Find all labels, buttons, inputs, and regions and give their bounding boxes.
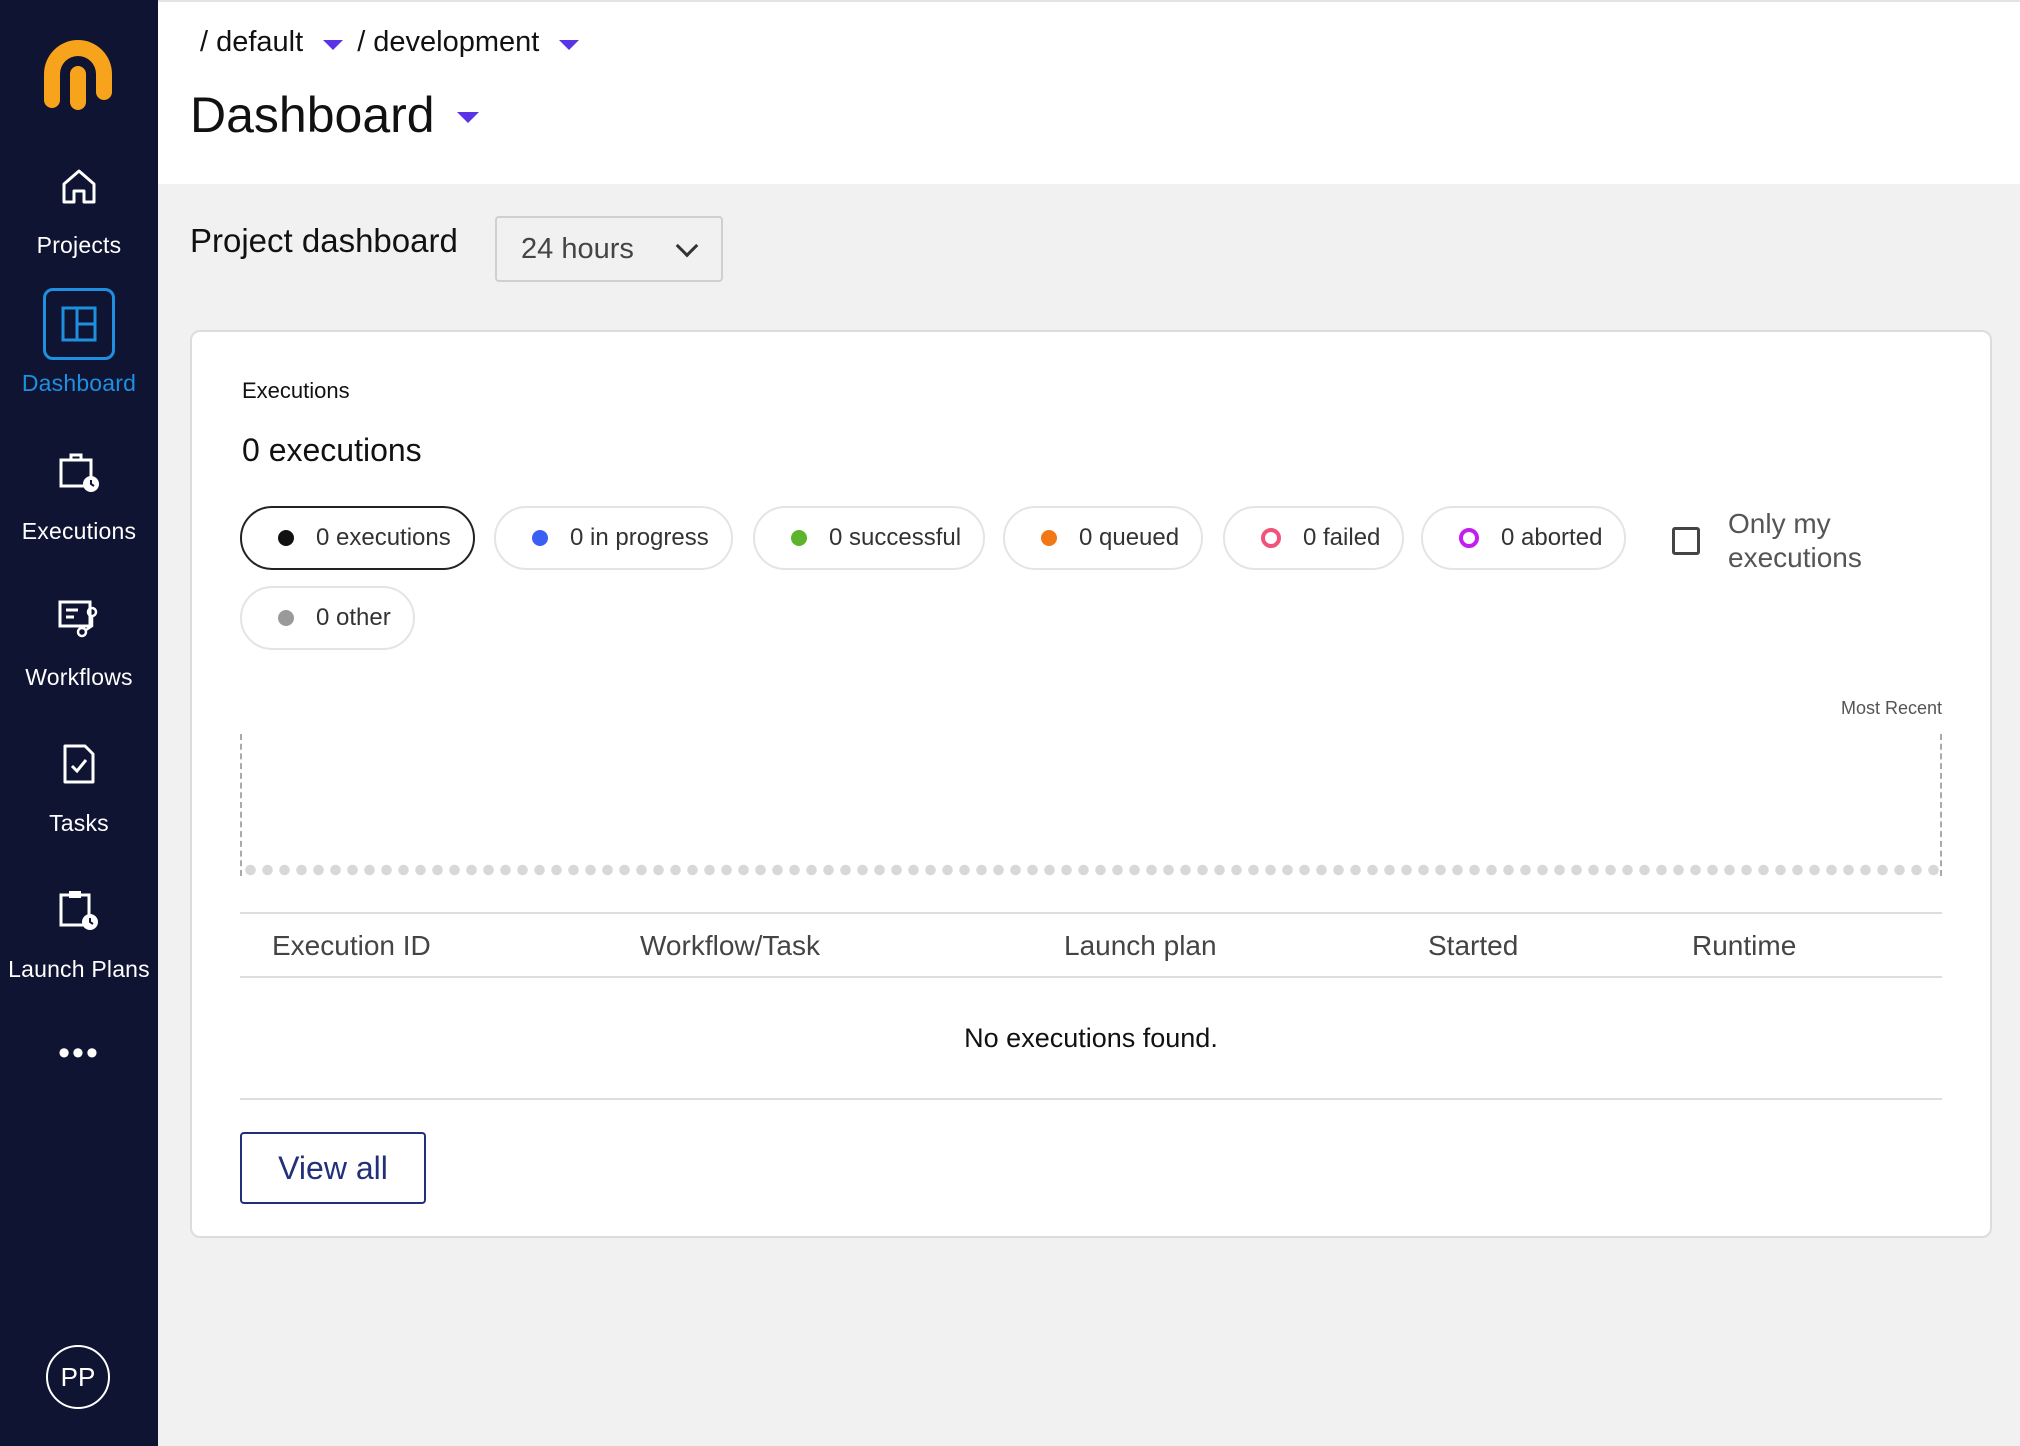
only-my-executions-toggle[interactable]: Only my executions (1672, 507, 1908, 575)
column-header-execution-id: Execution ID (272, 930, 431, 961)
only-my-executions-label: Only my executions (1728, 508, 1862, 573)
only-my-executions-checkbox[interactable] (1672, 527, 1700, 555)
status-dot-icon (791, 530, 807, 546)
status-dot-icon (278, 530, 294, 546)
table-header: Execution ID Workflow/Task Launch plan S… (240, 912, 1942, 978)
filter-chip-all[interactable]: 0 executions (240, 506, 475, 570)
chevron-down-icon (675, 234, 699, 258)
status-ring-icon (1459, 528, 1479, 548)
page-title[interactable]: Dashboard (190, 86, 479, 144)
empty-state-message: No executions found. (240, 978, 1942, 1100)
section-title: Project dashboard (190, 222, 458, 259)
dashboard-icon (43, 288, 115, 360)
launch-plans-icon (43, 874, 115, 946)
time-range-value: 24 hours (521, 232, 634, 265)
column-header-started: Started (1428, 930, 1519, 961)
app-logo[interactable] (34, 30, 122, 118)
column-header-runtime: Runtime (1692, 930, 1797, 961)
executions-table: Execution ID Workflow/Task Launch plan S… (240, 912, 1942, 1100)
sidebar-item-projects[interactable]: Projects (0, 150, 158, 259)
most-recent-label: Most Recent (1840, 698, 1942, 718)
sidebar-item-dashboard[interactable]: Dashboard (0, 288, 158, 397)
filter-chip-label: 0 executions (316, 524, 451, 551)
card-label: Executions (242, 378, 350, 403)
tasks-icon (43, 728, 115, 800)
filter-chip-label: 0 queued (1079, 524, 1180, 551)
page-title-text: Dashboard (190, 87, 435, 143)
executions-icon (43, 436, 115, 508)
breadcrumb-domain[interactable]: / development (357, 26, 580, 59)
sidebar: Projects Dashboard Executions Workflows … (0, 0, 158, 1446)
filter-chip-successful[interactable]: 0 successful (753, 506, 986, 570)
home-icon (43, 150, 115, 222)
status-ring-icon (1261, 528, 1281, 548)
status-dot-icon (532, 530, 548, 546)
sidebar-item-workflows[interactable]: Workflows (0, 582, 158, 691)
sidebar-item-label: Dashboard (21, 370, 137, 396)
time-range-select[interactable]: 24 hours (495, 216, 723, 282)
top-bar: / default / development Dashboard (158, 0, 2020, 184)
sidebar-item-executions[interactable]: Executions (0, 436, 158, 545)
executions-count: 0 executions (242, 432, 422, 468)
status-dot-icon (1041, 530, 1057, 546)
view-all-button[interactable]: View all (240, 1132, 426, 1204)
filter-chip-other[interactable]: 0 other (240, 586, 415, 650)
column-header-workflow-task: Workflow/Task (640, 930, 820, 961)
filter-chip-label: 0 in progress (570, 524, 709, 551)
workflows-icon (43, 582, 115, 654)
sidebar-item-label: Tasks (49, 810, 109, 836)
filter-chip-label: 0 successful (829, 524, 962, 551)
breadcrumb-domain-label: / development (357, 26, 540, 58)
column-header-launch-plan: Launch plan (1064, 930, 1217, 961)
filter-chip-aborted[interactable]: 0 aborted (1421, 506, 1627, 570)
avatar[interactable]: PP (46, 1345, 110, 1409)
sidebar-item-label: Launch Plans (8, 956, 150, 982)
executions-bar-graph (240, 734, 1942, 876)
more-icon[interactable]: ••• (0, 1036, 158, 1070)
status-dot-icon (278, 610, 294, 626)
executions-card: Executions 0 executions 0 executions 0 i… (190, 330, 1992, 1238)
graph-baseline (242, 864, 1940, 876)
caret-down-icon (323, 39, 344, 50)
breadcrumb: / default / development (200, 26, 580, 59)
filter-chip-failed[interactable]: 0 failed (1223, 506, 1405, 570)
filter-chip-label: 0 aborted (1501, 524, 1603, 551)
filter-chip-queued[interactable]: 0 queued (1003, 506, 1204, 570)
filter-chip-in-progress[interactable]: 0 in progress (494, 506, 733, 570)
filter-chip-label: 0 other (316, 604, 391, 631)
breadcrumb-project[interactable]: / default (200, 26, 344, 59)
sidebar-item-label: Executions (21, 518, 137, 544)
caret-down-icon (559, 39, 580, 50)
sidebar-item-label: Projects (36, 232, 122, 258)
caret-down-icon (456, 111, 479, 123)
sidebar-item-tasks[interactable]: Tasks (0, 728, 158, 837)
breadcrumb-project-label: / default (200, 26, 304, 58)
sidebar-item-launch-plans[interactable]: Launch Plans (0, 874, 158, 983)
filter-chip-label: 0 failed (1303, 524, 1381, 551)
sidebar-item-label: Workflows (25, 664, 133, 690)
